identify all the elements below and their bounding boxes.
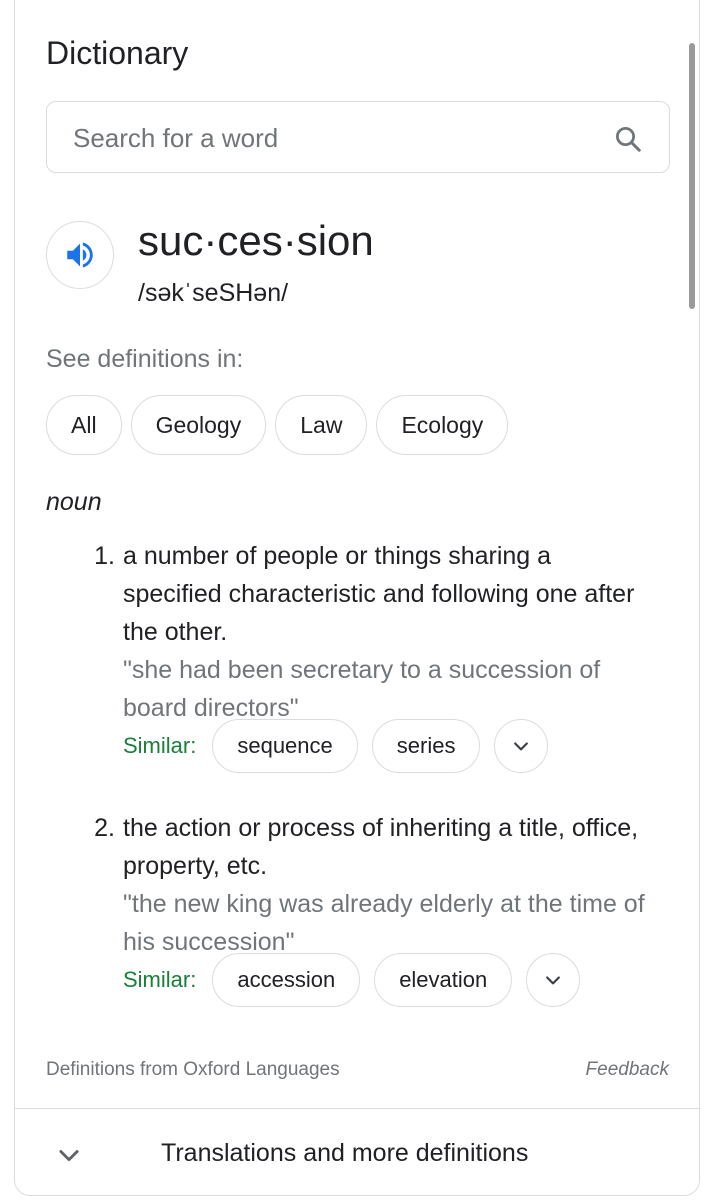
similar-words-row: Similar: sequence series	[123, 719, 549, 773]
search-box[interactable]	[46, 101, 670, 174]
translations-more-row[interactable]: Translations and more definitions	[15, 1109, 699, 1195]
definitions-source[interactable]: Definitions from Oxford Languages	[46, 1059, 340, 1081]
similar-label: Similar:	[123, 967, 197, 992]
translations-more-label: Translations and more definitions	[161, 1139, 529, 1167]
synonym-chip[interactable]: sequence	[212, 719, 358, 773]
synonym-chip[interactable]: accession	[212, 953, 361, 1007]
search-icon[interactable]	[613, 124, 643, 154]
part-of-speech: noun	[46, 488, 102, 516]
dictionary-card: Dictionary suc·ces·sion /səkˈseSHən/ See…	[14, 0, 700, 1196]
chevron-down-icon	[59, 1150, 79, 1162]
synonym-chip[interactable]: elevation	[374, 953, 513, 1007]
chip-ecology[interactable]: Ecology	[376, 395, 509, 455]
similar-words-row: Similar: accession elevation	[123, 953, 581, 1007]
speaker-icon	[67, 242, 93, 268]
chevron-down-icon	[514, 742, 529, 751]
synonym-chip[interactable]: series	[371, 719, 481, 773]
chip-geology[interactable]: Geology	[130, 395, 267, 455]
chevron-down-icon	[546, 976, 561, 985]
card-title: Dictionary	[46, 35, 189, 71]
similar-label: Similar:	[123, 733, 197, 758]
definition-text: a number of people or things sharing a s…	[123, 542, 635, 646]
definition-number: 2.	[94, 814, 115, 842]
definition-example: "the new king was already elderly at the…	[123, 890, 645, 956]
expand-synonyms-button[interactable]	[494, 719, 549, 773]
definition-number: 1.	[94, 542, 115, 570]
search-input[interactable]	[71, 102, 595, 174]
definition-filter-chips: All Geology Law Ecology	[46, 395, 509, 455]
chip-all[interactable]: All	[46, 395, 122, 455]
feedback-link[interactable]: Feedback	[586, 1059, 669, 1081]
definition-example: "she had been secretary to a succession …	[123, 656, 601, 722]
expand-synonyms-button[interactable]	[526, 953, 581, 1007]
phonetic-spelling: /səkˈseSHən/	[138, 279, 289, 307]
headword: suc·ces·sion	[138, 217, 374, 264]
pronunciation-button[interactable]	[46, 221, 114, 289]
chip-law[interactable]: Law	[275, 395, 368, 455]
see-definitions-label: See definitions in:	[46, 345, 244, 373]
definition-text: the action or process of inheriting a ti…	[123, 814, 639, 880]
scrollbar[interactable]	[689, 43, 695, 309]
